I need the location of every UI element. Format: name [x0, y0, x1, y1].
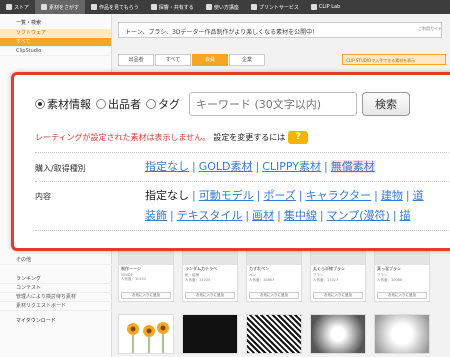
guide-link[interactable]: ご利用ガイド	[418, 26, 442, 32]
card-meta: 人気度：11004	[185, 278, 211, 282]
tab-seller[interactable]: 出品者	[118, 54, 154, 66]
nav-print[interactable]: プリントサービス	[245, 4, 305, 11]
keyword-input[interactable]	[189, 92, 357, 116]
sunflower-thumbnail	[127, 322, 169, 353]
content-option-pose[interactable]: ポーズ	[263, 189, 295, 202]
content-option-building[interactable]: 建物	[381, 189, 403, 202]
search-row: 素材情報 出品者 タグ 検索	[35, 92, 410, 116]
radio-dot	[96, 99, 106, 109]
content-option-character[interactable]: キャラクター	[306, 189, 372, 202]
banner: トーン、ブラシ、3Dデーター作品制作がより楽しくなる素材を公開中！	[118, 22, 442, 38]
favorite-button[interactable]: お気に入りに追加	[185, 292, 235, 299]
sidebar-section-downloads: マイダウンロード	[16, 318, 56, 324]
purchase-option-free[interactable]: 無償素材	[330, 160, 375, 173]
nav-store[interactable]: ストア	[0, 4, 35, 11]
content-option-tools[interactable]: 道	[413, 189, 424, 202]
purchase-option-clippy[interactable]: CLIPPY素材	[262, 160, 321, 173]
purchase-option-gold[interactable]: GOLD素材	[199, 160, 253, 173]
sidebar-item-software[interactable]: ソフトウェア	[0, 29, 111, 38]
list-item[interactable]	[118, 314, 174, 354]
top-nav: ストア 素材をさがす 作品を見てもらう 探響・共有する 使い方講座 プリントサー…	[0, 0, 450, 14]
lab-icon	[310, 4, 317, 10]
sidebar-item-clipstudio[interactable]: ClipStudio	[0, 47, 111, 56]
material-grid: 制作一ージ ISNIDE 人気度：10150 お気に入りに追加 ランダム力テラベ…	[118, 242, 448, 357]
card-meta: 人気度：10150	[121, 277, 147, 281]
search-icon	[41, 4, 48, 10]
help-icon[interactable]: ?	[288, 131, 309, 144]
radio-tag[interactable]: タグ	[146, 96, 180, 112]
content-options-row2: 装飾 | テキスタイル | 画材 | 集中線 | マンプ(漫符) | 描	[145, 209, 411, 222]
list-item[interactable]	[374, 314, 430, 354]
rating-notice: レーティングが設定された素材は表示しません。 設定を変更するには ?	[35, 131, 309, 144]
favorite-button[interactable]: お気に入りに追加	[313, 292, 363, 299]
nav-tutorials[interactable]: 使い方講座	[200, 4, 245, 11]
purchase-type-options: 指定なし | GOLD素材 | CLIPPY素材 | 無償素材	[145, 160, 375, 173]
list-item[interactable]: 莫っ混ブラシ ブラシ 人気度：10088 お気に入りに追加	[374, 242, 430, 302]
sidebar-item-all[interactable]: すべて	[0, 38, 111, 47]
favorite-button[interactable]: お気に入りに追加	[377, 292, 427, 299]
rating-settings-hint: 設定を変更するには	[213, 133, 286, 142]
nav-showcase[interactable]: 作品を見てもらう	[85, 4, 145, 11]
divider	[35, 152, 450, 153]
clip-studio-filter-button[interactable]: CLIP STUDIOで入手できる素材を表示	[342, 54, 446, 65]
card-title: カすれペン	[249, 266, 269, 271]
purchase-option-none[interactable]: 指定なし	[145, 160, 189, 173]
card-meta: 人気度：10867	[249, 278, 275, 282]
tab-all[interactable]: すべて	[155, 54, 191, 66]
content-option-drawing[interactable]: 描	[400, 209, 411, 222]
sidebar-heading: 一覧・検索	[16, 20, 42, 26]
sidebar-link-review[interactable]: 管理人により検討待ち素材	[0, 293, 112, 302]
favorite-button[interactable]: お気に入りに追加	[249, 292, 299, 299]
list-item[interactable]: ランダム力テラベ 紙・絵柄 人気度：11004 お気に入りに追加	[182, 242, 238, 302]
card-title: 丸ぐら半線ブラシ	[313, 266, 345, 271]
sidebar-link-request[interactable]: 素材リクエストボード	[0, 302, 112, 311]
sidebar-link-contest[interactable]: コンテスト	[0, 284, 112, 293]
favorite-button[interactable]: お気に入りに追加	[121, 292, 171, 299]
radio-dot	[35, 99, 45, 109]
nav-clip-lab[interactable]: CLIP Lab	[305, 4, 346, 10]
list-item[interactable]	[246, 314, 302, 354]
content-option-textile[interactable]: テキスタイル	[177, 209, 243, 222]
purchase-type-label: 購入/取得種別	[35, 164, 86, 173]
list-item[interactable]: 制作一ージ ISNIDE 人気度：10150 お気に入りに追加	[118, 242, 174, 302]
content-option-manpu[interactable]: マンプ(漫符)	[327, 209, 390, 222]
list-item[interactable]: 丸ぐら半線ブラシ ブラシ 人気度：11027 お気に入りに追加	[310, 242, 366, 302]
print-icon	[250, 4, 257, 10]
gallery-icon	[91, 4, 98, 10]
content-option-speed-lines[interactable]: 集中線	[284, 209, 317, 222]
share-icon	[150, 4, 157, 10]
search-button[interactable]: 検索	[362, 92, 410, 116]
content-options-row1: 指定なし | 可動モデル | ポーズ | キャラクター | 建物 | 道	[145, 189, 424, 202]
nav-find-materials[interactable]: 素材をさがす	[35, 0, 86, 14]
content-label: 内容	[35, 192, 51, 201]
content-option-none[interactable]: 指定なし	[145, 189, 189, 202]
radio-material-info[interactable]: 素材情報	[35, 96, 91, 112]
radio-dot	[146, 99, 156, 109]
store-icon	[6, 4, 12, 10]
nav-share[interactable]: 探響・共有する	[145, 4, 200, 11]
content-option-decoration[interactable]: 装飾	[145, 209, 167, 222]
card-title: 莫っ混ブラシ	[377, 266, 401, 271]
content-option-posable-model[interactable]: 可動モデル	[199, 189, 254, 202]
sidebar-link-ranking[interactable]: ランキング	[0, 275, 112, 284]
radio-seller[interactable]: 出品者	[96, 96, 141, 112]
list-item[interactable]	[310, 314, 366, 354]
card-title: ランダム力テラベ	[185, 266, 217, 271]
rating-warning: レーティングが設定された素材は表示しません。	[35, 133, 211, 142]
content-option-art-material[interactable]: 画材	[252, 209, 274, 222]
sidebar-item-other[interactable]: その他	[0, 256, 112, 265]
list-item[interactable]: カすれペン ペン 人気度：10867 お気に入りに追加	[246, 242, 302, 302]
card-meta: 人気度：10088	[377, 278, 403, 282]
card-meta: 人気度：11027	[313, 278, 339, 282]
tab-company[interactable]: 企業	[229, 54, 265, 66]
search-panel: 素材情報 出品者 タグ 検索 レーティングが設定された素材は表示しません。 設定…	[11, 72, 450, 251]
tab-member[interactable]: 会員	[192, 54, 228, 66]
divider	[35, 230, 450, 231]
filter-tabs: 出品者 すべて 会員 企業	[118, 54, 338, 66]
book-icon	[205, 4, 212, 10]
divider	[35, 181, 450, 182]
card-title: 制作一ージ	[121, 266, 141, 271]
list-item[interactable]	[182, 314, 238, 354]
